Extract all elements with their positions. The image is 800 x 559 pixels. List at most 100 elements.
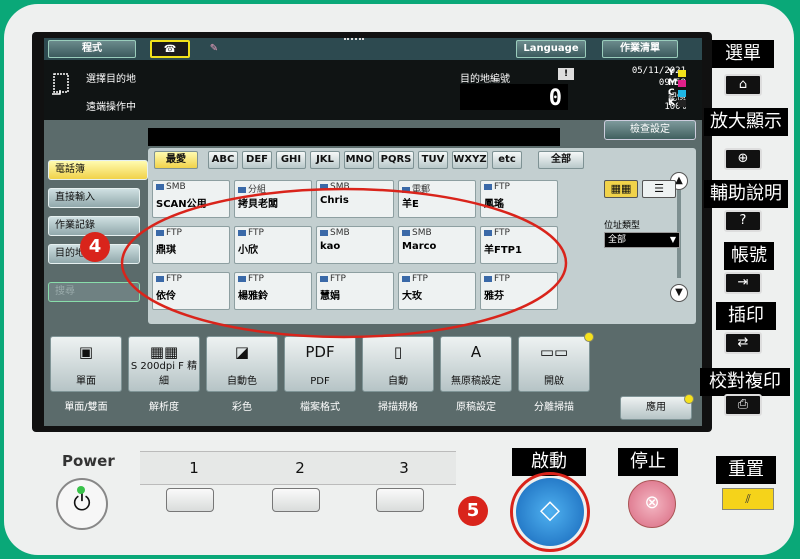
tab-phonebook[interactable]: 電話簿 bbox=[48, 160, 148, 180]
proof-copy-button[interactable]: ⎙ bbox=[724, 394, 762, 416]
preset-3-label: 3 bbox=[352, 451, 456, 485]
function-value: 無原稿設定 bbox=[451, 376, 501, 387]
power-led bbox=[77, 486, 85, 494]
zoom-button[interactable]: ⊕ bbox=[724, 148, 762, 170]
tab-etc[interactable]: etc bbox=[492, 151, 522, 169]
address-type-select[interactable]: 全部 ▼ bbox=[604, 232, 680, 248]
scan-mode-button[interactable]: ✎ bbox=[194, 40, 234, 58]
function-category: 原稿設定 bbox=[456, 402, 496, 413]
list-view-icon: ☰ bbox=[654, 182, 664, 195]
magnify-icon: ⊕ bbox=[737, 151, 749, 166]
chevron-down-icon: ▼ bbox=[675, 287, 683, 298]
tab-pqrs[interactable]: PQRS bbox=[378, 151, 414, 169]
preset-1-label: 1 bbox=[140, 451, 248, 485]
preset-3-button[interactable] bbox=[376, 488, 424, 512]
preset-2-label: 2 bbox=[248, 451, 352, 485]
stop-label: 停止 bbox=[618, 448, 678, 476]
highlight-ellipse bbox=[120, 187, 568, 339]
simplex-duplex-button[interactable]: ▣ 單面 bbox=[50, 336, 122, 392]
function-category: 彩色 bbox=[232, 402, 252, 413]
power-label: Power bbox=[62, 452, 115, 470]
ink-level-m bbox=[678, 80, 686, 87]
dropdown-icon: ▼ bbox=[669, 235, 676, 244]
tab-tuv[interactable]: TUV bbox=[418, 151, 448, 169]
function-category: 掃描規格 bbox=[378, 402, 418, 413]
remote-operation-text: 遠端操作中 bbox=[86, 102, 136, 113]
document-icon bbox=[52, 73, 69, 95]
tab-def[interactable]: DEF bbox=[242, 151, 272, 169]
job-list-button[interactable]: 作業清單 bbox=[602, 40, 678, 58]
function-category: 檔案格式 bbox=[300, 402, 340, 413]
apply-button[interactable]: 應用 bbox=[620, 396, 692, 420]
ink-level-y bbox=[678, 70, 686, 77]
program-button[interactable]: 程式 bbox=[48, 40, 136, 58]
destination-count-label: 目的地編號 bbox=[460, 74, 510, 85]
address-type-label: 位址類型 bbox=[604, 221, 641, 231]
zoom-display-label: 放大顯示 bbox=[704, 108, 788, 136]
simplex-icon: ▣ bbox=[78, 343, 94, 361]
pen-icon: ✎ bbox=[209, 43, 219, 54]
help-button[interactable]: ? bbox=[724, 210, 762, 232]
chevron-up-icon: ▲ bbox=[675, 175, 683, 186]
function-value: S 200dpi F 精細 bbox=[130, 361, 198, 387]
tab-abc[interactable]: ABC bbox=[208, 151, 238, 169]
tab-jkl[interactable]: JKL bbox=[310, 151, 340, 169]
tab-ghi[interactable]: GHI bbox=[276, 151, 306, 169]
account-label: 帳號 bbox=[724, 242, 774, 270]
copier-panel: 程式 ☎ ✎ Language 作業清單 選擇目的地 遠端操作中 目的地編號 !… bbox=[4, 4, 794, 555]
screen-handle bbox=[344, 38, 364, 41]
tab-mno[interactable]: MNO bbox=[344, 151, 374, 169]
ink-letter-m: M bbox=[668, 78, 677, 88]
callout-4: 4 bbox=[80, 232, 110, 262]
fax-mode-button[interactable]: ☎ bbox=[150, 40, 190, 58]
top-bar: 程式 ☎ ✎ Language 作業清單 bbox=[44, 38, 702, 60]
address-type-value: 全部 bbox=[608, 235, 627, 245]
start-icon: ◇ bbox=[540, 495, 560, 525]
interrupt-button[interactable]: ⇄ bbox=[724, 332, 762, 354]
ink-letter-c: C bbox=[668, 88, 675, 98]
preset-1-button[interactable] bbox=[166, 488, 214, 512]
reset-icon: ⫽ bbox=[745, 492, 751, 506]
menu-label: 選單 bbox=[712, 40, 774, 68]
reset-button[interactable]: ⫽ bbox=[722, 488, 774, 510]
tab-favorites[interactable]: 最愛 bbox=[154, 151, 198, 169]
function-value: PDF bbox=[310, 376, 330, 387]
function-value: 單面 bbox=[76, 376, 96, 387]
start-button[interactable]: ◇ bbox=[516, 478, 584, 546]
proof-copy-icon: ⎙ bbox=[737, 397, 749, 412]
check-settings-button[interactable]: 檢查設定 bbox=[604, 120, 696, 140]
login-icon: ⇥ bbox=[737, 275, 749, 290]
ink-level-k bbox=[678, 100, 686, 107]
reset-label: 重置 bbox=[716, 456, 776, 484]
preset-2-button[interactable] bbox=[272, 488, 320, 512]
scroll-down-button[interactable]: ▼ bbox=[670, 284, 688, 302]
destination-count: 0 bbox=[548, 86, 562, 111]
ink-letter-k: K bbox=[668, 98, 675, 108]
ink-letter-y: Y bbox=[668, 68, 675, 78]
stop-icon: ⊗ bbox=[644, 492, 660, 513]
proof-copy-label: 校對複印 bbox=[700, 368, 790, 396]
apply-indicator-dot bbox=[684, 394, 694, 404]
account-button[interactable]: ⇥ bbox=[724, 272, 762, 294]
warning-icon[interactable]: ! bbox=[558, 68, 574, 80]
function-category: 解析度 bbox=[149, 402, 179, 413]
question-icon: ? bbox=[739, 213, 747, 228]
destination-count-box: 0 bbox=[460, 84, 568, 111]
select-destination-text: 選擇目的地 bbox=[86, 74, 136, 85]
help-label: 輔助說明 bbox=[704, 180, 788, 208]
function-value: 開啟 bbox=[544, 376, 564, 387]
ink-level-c bbox=[678, 90, 686, 97]
language-button[interactable]: Language bbox=[516, 40, 586, 58]
function-category: 分離掃描 bbox=[534, 402, 574, 413]
function-category: 單面/雙面 bbox=[64, 402, 108, 413]
menu-button[interactable]: ⌂ bbox=[724, 74, 762, 96]
stop-button[interactable]: ⊗ bbox=[628, 480, 676, 528]
list-view-button[interactable]: ☰ bbox=[642, 180, 676, 198]
tab-all[interactable]: 全部 bbox=[538, 151, 584, 169]
grid-view-icon: ▦▦ bbox=[610, 182, 632, 195]
tab-wxyz[interactable]: WXYZ bbox=[452, 151, 488, 169]
grid-view-button[interactable]: ▦▦ bbox=[604, 180, 638, 198]
callout-5: 5 bbox=[458, 496, 488, 526]
home-icon: ⌂ bbox=[738, 77, 748, 92]
interrupt-icon: ⇄ bbox=[737, 335, 749, 350]
